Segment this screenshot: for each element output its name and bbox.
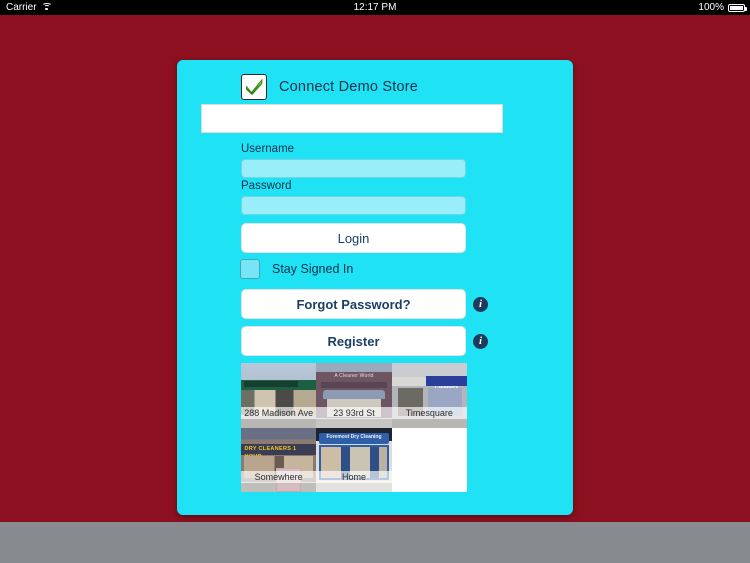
store-sign-text-5: Foremost Dry Cleaning (326, 433, 382, 440)
brand-title: Connect Demo Store (279, 79, 418, 95)
store-cell-6-empty[interactable] (391, 427, 467, 492)
password-input[interactable] (241, 196, 466, 215)
stay-signed-in-row[interactable]: Stay Signed In (240, 259, 353, 279)
store-sign-text-3: NEW WAY Cleaners (433, 376, 460, 391)
battery-percent-label: 100% (698, 2, 724, 13)
store-sign-text-4: DRY CLEANERS 1 HOUR (244, 445, 297, 460)
login-button[interactable]: Login (241, 223, 466, 253)
store-cell-3[interactable]: NEW WAY Cleaners Timesquare (391, 363, 467, 428)
store-cell-4[interactable]: DRY CLEANERS 1 HOUR Somewhere (241, 427, 317, 492)
status-bar-time: 12:17 PM (353, 2, 397, 13)
battery-icon (728, 3, 747, 12)
top-banner-input[interactable] (201, 104, 503, 133)
info-icon-forgot-password[interactable]: i (473, 297, 488, 312)
store-sidewalk-3 (391, 417, 467, 428)
store-cell-1[interactable]: 288 Madison Ave (241, 363, 317, 428)
bottom-bar (0, 522, 750, 563)
store-sign-text-2: A Cleaner World (334, 373, 374, 380)
store-label-4: Somewhere (241, 471, 317, 483)
store-cell-2[interactable]: A Cleaner World 23 93rd St (316, 363, 392, 428)
stay-signed-in-checkbox[interactable] (240, 259, 260, 279)
register-button[interactable]: Register (241, 326, 466, 356)
stay-signed-in-label: Stay Signed In (272, 262, 354, 276)
store-label-3: Timesquare (391, 406, 467, 419)
store-awning-1 (244, 381, 299, 388)
store-label-1: 288 Madison Ave (241, 406, 317, 419)
forgot-password-button[interactable]: Forgot Password? (241, 289, 466, 319)
login-card: Connect Demo Store Username Password Log… (177, 60, 573, 515)
status-bar: Carrier 12:17 PM 100% (0, 0, 750, 15)
status-bar-right: 100% (698, 0, 747, 15)
store-photo-grid: 288 Madison Ave A Cleaner World 23 93rd … (241, 363, 467, 492)
info-icon-register[interactable]: i (473, 334, 488, 349)
store-label-2: 23 93rd St (316, 406, 392, 419)
brand-header: Connect Demo Store (241, 74, 418, 100)
store-sidewalk-2 (316, 418, 392, 428)
store-label-5: Home (316, 471, 392, 483)
green-checkmark-icon (241, 74, 267, 100)
password-label: Password (241, 180, 292, 192)
store-label-6 (391, 481, 467, 483)
store-cell-5[interactable]: Foremost Dry Cleaning Home (316, 427, 392, 492)
username-label: Username (241, 143, 295, 155)
username-input[interactable] (241, 159, 466, 178)
